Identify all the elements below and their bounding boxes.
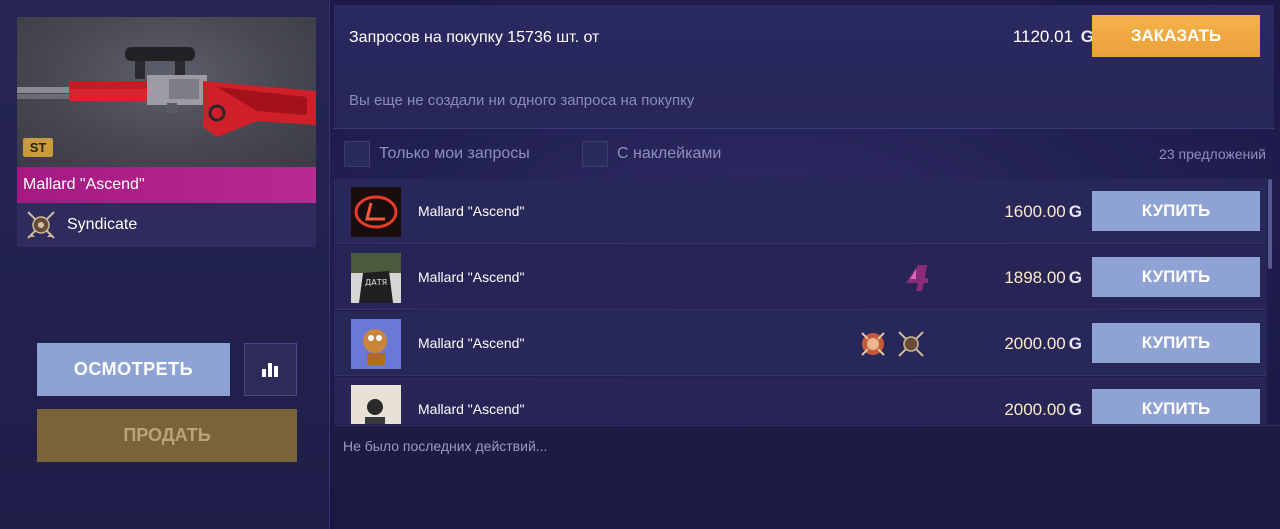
gold-currency-icon: G (1068, 268, 1082, 287)
emblem-sticker-icon (861, 332, 885, 356)
item-image: ST (17, 17, 316, 167)
offer-name: Mallard "Ascend" (418, 269, 525, 285)
photo-avatar-icon (351, 385, 401, 424)
offer-price-value: 1600.00 (1004, 202, 1066, 221)
buy-button[interactable]: КУПИТЬ (1092, 191, 1260, 231)
buy-request-price: 1120.01 G (1013, 27, 1094, 47)
seller-avatar: ДАТЯ (351, 253, 401, 303)
gold-currency-icon: G (1068, 334, 1082, 353)
buy-button[interactable]: КУПИТЬ (1092, 389, 1260, 424)
buy-request-empty-message: Вы еще не создали ни одного запроса на п… (349, 92, 695, 109)
buy-request-header: Запросов на покупку 15736 шт. от 1120.01… (334, 5, 1274, 129)
number-4-sticker-icon (906, 265, 928, 291)
buy-button[interactable]: КУПИТЬ (1092, 257, 1260, 297)
syndicate-sticker-icon (898, 331, 924, 357)
offer-name: Mallard "Ascend" (418, 203, 525, 219)
activity-empty-message: Не было последних действий... (343, 438, 548, 454)
offer-price: 1898.00 G (1004, 245, 1082, 310)
cartoon-avatar-icon (351, 319, 401, 369)
gold-currency-icon: G (1068, 400, 1082, 419)
offer-row: Mallard "Ascend" 1600.00 G КУПИТЬ (334, 179, 1267, 244)
syndicate-icon (27, 211, 55, 239)
activity-panel: Не было последних действий... (334, 425, 1280, 529)
lexus-logo-icon (351, 187, 401, 237)
seller-avatar (351, 385, 401, 424)
offer-price-value: 2000.00 (1004, 400, 1066, 419)
offers-list: Mallard "Ascend" 1600.00 G КУПИТЬ ДАТЯ Ma… (334, 179, 1269, 424)
buy-request-price-value: 1120.01 (1012, 27, 1074, 46)
buy-request-title: Запросов на покупку 15736 шт. от (349, 29, 600, 46)
collection-row: Syndicate (17, 203, 316, 247)
stats-button[interactable] (244, 343, 297, 396)
order-button[interactable]: ЗАКАЗАТЬ (1092, 15, 1260, 57)
with-stickers-checkbox[interactable] (582, 141, 608, 167)
offer-price-value: 1898.00 (1004, 268, 1066, 287)
gold-currency-icon: G (1068, 202, 1082, 221)
offer-name: Mallard "Ascend" (418, 335, 525, 351)
sell-button[interactable]: ПРОДАТЬ (37, 409, 297, 462)
collection-name: Syndicate (67, 216, 138, 233)
right-panel: Запросов на покупку 15736 шт. от 1120.01… (334, 0, 1280, 529)
offer-row: ДАТЯ Mallard "Ascend" 1898.00 G КУПИТЬ (334, 245, 1267, 310)
bar-chart-icon (262, 363, 278, 377)
filters-bar: Только мои запросы С наклейками 23 предл… (334, 130, 1274, 178)
with-stickers-label[interactable]: С наклейками (617, 130, 721, 178)
offer-price: 1600.00 G (1004, 179, 1082, 244)
item-card: ST Mallard "Ascend" Syndicate (17, 17, 316, 247)
svg-text:ДАТЯ: ДАТЯ (365, 278, 387, 287)
shotgun-image (17, 47, 316, 137)
buy-button[interactable]: КУПИТЬ (1092, 323, 1260, 363)
seller-avatar (351, 187, 401, 237)
offer-row: Mallard "Ascend" 2000.00 G КУПИТЬ (334, 311, 1267, 376)
left-panel: ST Mallard "Ascend" Syndicate ОСМОТРЕТЬ … (0, 0, 330, 529)
inspect-button[interactable]: ОСМОТРЕТЬ (37, 343, 230, 396)
offers-scrollbar[interactable] (1268, 179, 1272, 269)
item-name: Mallard "Ascend" (17, 167, 316, 203)
offer-row: Mallard "Ascend" 2000.00 G КУПИТЬ (334, 377, 1267, 424)
offer-price-value: 2000.00 (1004, 334, 1066, 353)
seller-avatar (351, 319, 401, 369)
offers-count: 23 предложений (1159, 146, 1266, 162)
photo-avatar-icon: ДАТЯ (351, 253, 401, 303)
offer-name: Mallard "Ascend" (418, 401, 525, 417)
only-mine-label[interactable]: Только мои запросы (379, 130, 530, 178)
only-mine-checkbox[interactable] (344, 141, 370, 167)
stattrak-badge: ST (23, 138, 53, 157)
offer-price: 2000.00 G (1004, 311, 1082, 376)
offer-price: 2000.00 G (1004, 377, 1082, 424)
